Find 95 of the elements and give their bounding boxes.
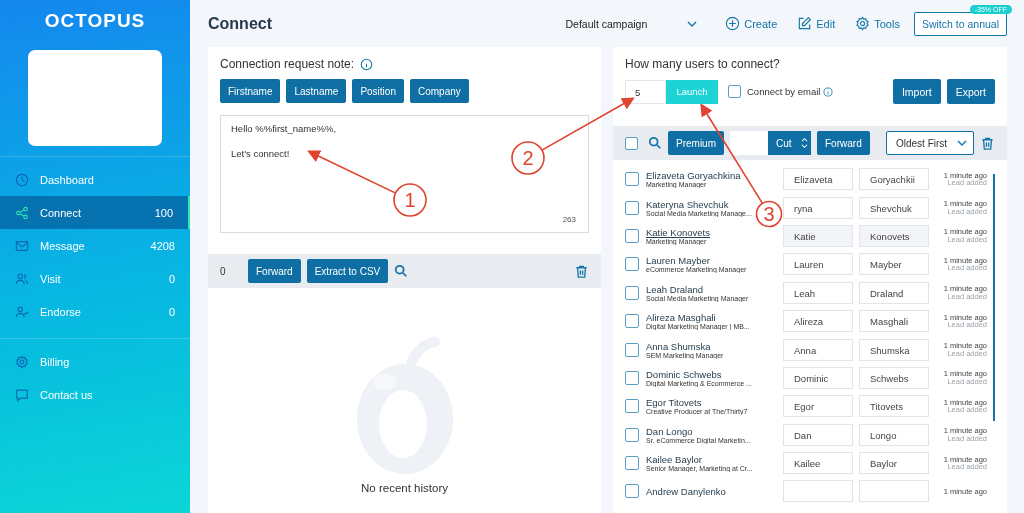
- chevron-icon: [687, 20, 698, 27]
- chevron-icon: [957, 140, 967, 146]
- empty-message: No recent history: [361, 482, 448, 494]
- email-label: Connect by email: [747, 86, 821, 97]
- lead-name[interactable]: Kateryna Shevchuk: [646, 198, 729, 210]
- select-all-checkbox[interactable]: [625, 136, 638, 150]
- lead-checkbox[interactable]: [625, 172, 639, 187]
- campaign-select[interactable]: Default campaign: [565, 17, 698, 30]
- trash-icon[interactable]: [574, 263, 589, 279]
- scrollbar[interactable]: [993, 174, 995, 421]
- search-icon[interactable]: [648, 136, 662, 150]
- clock-icon: [15, 172, 29, 187]
- users-icon: [15, 271, 29, 286]
- user-check-icon: [15, 304, 29, 319]
- plus-icon: [725, 16, 741, 31]
- variable-button[interactable]: Position: [352, 79, 404, 103]
- history-button[interactable]: Forward: [248, 259, 301, 283]
- last-name-field[interactable]: Masghali: [859, 310, 929, 333]
- last-name-field[interactable]: Titovets: [859, 395, 929, 418]
- lead-name[interactable]: Anna Shumska: [646, 340, 711, 352]
- lead-checkbox[interactable]: [625, 228, 639, 243]
- info-icon: [823, 86, 834, 97]
- lead-name[interactable]: Elizaveta Goryachkina: [646, 170, 741, 182]
- first-name-field[interactable]: [783, 480, 853, 503]
- first-name-field[interactable]: Kailee: [783, 452, 853, 475]
- forward-button[interactable]: Forward: [817, 131, 870, 155]
- first-name-field[interactable]: Dominic: [783, 366, 853, 389]
- email-checkbox[interactable]: [728, 85, 741, 98]
- chat-icon: [15, 387, 29, 402]
- first-name-field[interactable]: Lauren: [783, 253, 853, 276]
- trash-icon[interactable]: [980, 135, 995, 151]
- cut-field[interactable]: Cut: [730, 131, 811, 155]
- lead-checkbox[interactable]: [625, 257, 639, 272]
- variable-button[interactable]: Firstname: [220, 79, 281, 103]
- page-title: Connect: [208, 14, 273, 33]
- lead-checkbox[interactable]: [625, 484, 639, 499]
- edit-icon: [797, 16, 813, 31]
- first-name-field[interactable]: Anna: [783, 338, 853, 361]
- lead-name[interactable]: Dan Longo: [646, 425, 693, 437]
- lead-checkbox[interactable]: [625, 456, 639, 471]
- lead-checkbox[interactable]: [625, 200, 639, 215]
- history-count: 0: [220, 265, 227, 277]
- lead-name[interactable]: Egor Titovets: [646, 397, 702, 409]
- first-name-field[interactable]: Alireza: [783, 310, 853, 333]
- lead-name[interactable]: Andrew Danylenko: [646, 486, 726, 497]
- info-icon: [360, 57, 374, 71]
- lead-checkbox[interactable]: [625, 370, 639, 385]
- last-name-field[interactable]: Draland: [859, 281, 929, 304]
- sidebar-item[interactable]: Connect 100: [0, 196, 190, 229]
- variable-button[interactable]: Company: [409, 79, 469, 103]
- last-name-field[interactable]: Schwebs: [859, 366, 929, 389]
- header-action[interactable]: Create: [719, 16, 784, 31]
- last-name-field[interactable]: Shevchuk: [859, 196, 929, 219]
- note-label: Connection request note:: [220, 57, 355, 71]
- header-action[interactable]: Tools: [849, 16, 906, 31]
- lead-name[interactable]: Dominic Schwebs: [646, 368, 722, 380]
- sort-select[interactable]: Oldest First: [886, 131, 974, 155]
- logo: OCTOPUS: [44, 10, 146, 32]
- first-name-field[interactable]: Leah: [783, 281, 853, 304]
- lead-name[interactable]: Leah Draland: [646, 283, 704, 295]
- data-button[interactable]: Export: [946, 79, 995, 104]
- first-name-field[interactable]: Katie: [783, 224, 853, 247]
- lead-checkbox[interactable]: [625, 314, 639, 329]
- data-button[interactable]: Import: [892, 79, 941, 104]
- settings-icon: [15, 354, 29, 369]
- premium-button[interactable]: Premium: [668, 131, 724, 155]
- connect-question: How many users to connect?: [625, 57, 781, 71]
- lead-checkbox[interactable]: [625, 427, 639, 442]
- lead-name[interactable]: Kailee Baylor: [646, 454, 702, 466]
- first-name-field[interactable]: Elizaveta: [783, 168, 853, 191]
- last-name-field[interactable]: Shumska: [859, 338, 929, 361]
- last-name-field[interactable]: Konovets: [859, 224, 929, 247]
- stepper-icon: [798, 131, 811, 155]
- last-name-field[interactable]: Longo: [859, 423, 929, 446]
- header-action[interactable]: Edit: [791, 16, 842, 31]
- lead-name[interactable]: Lauren Mayber: [646, 255, 710, 267]
- last-name-field[interactable]: Mayber: [859, 253, 929, 276]
- first-name-field[interactable]: ryna: [783, 196, 853, 219]
- last-name-field[interactable]: [859, 480, 929, 503]
- lead-checkbox[interactable]: [625, 342, 639, 357]
- lead-name[interactable]: Alireza Masghali: [646, 312, 716, 324]
- last-name-field[interactable]: Baylor: [859, 452, 929, 475]
- last-name-field[interactable]: Goryachkii: [859, 168, 929, 191]
- settings-icon: [855, 16, 871, 31]
- mail-icon: [15, 238, 29, 253]
- search-icon[interactable]: [394, 264, 409, 278]
- share-icon: [15, 205, 29, 220]
- lead-checkbox[interactable]: [625, 399, 639, 414]
- first-name-field[interactable]: Dan: [783, 423, 853, 446]
- history-button[interactable]: Extract to CSV: [306, 259, 389, 283]
- variable-button[interactable]: Lastname: [286, 79, 347, 103]
- first-name-field[interactable]: Egor: [783, 395, 853, 418]
- switch-plan-button[interactable]: Switch to annual: [913, 11, 1007, 36]
- lead-checkbox[interactable]: [625, 285, 639, 300]
- lead-name[interactable]: Katie Konovets: [646, 226, 710, 238]
